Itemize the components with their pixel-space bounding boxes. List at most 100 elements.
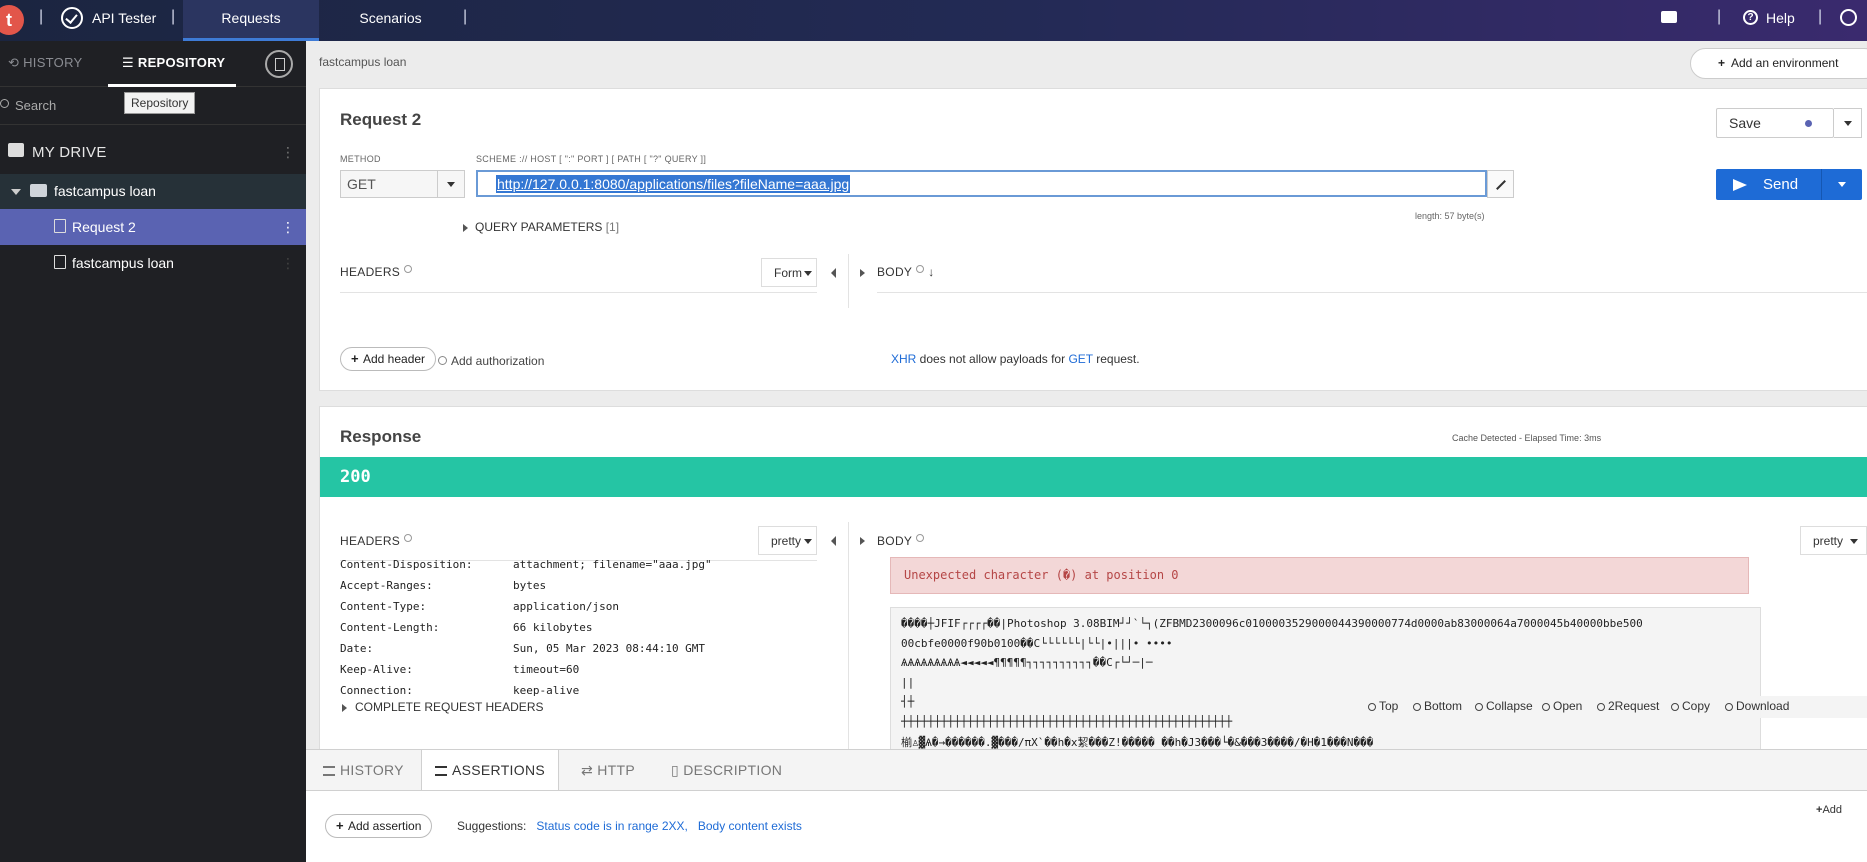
headers-mode-select[interactable]: Form [761, 258, 817, 287]
add-authorization-link[interactable]: Add authorization [451, 354, 544, 368]
magic-wand-icon[interactable] [1487, 170, 1514, 198]
method-dropdown-button[interactable] [438, 170, 465, 198]
sidebar-item-fastcampus-loan[interactable]: fastcampus loan ⋮ [0, 245, 306, 281]
clone-icon [1671, 703, 1679, 711]
suggestion-body-exists[interactable]: Body content exists [698, 819, 802, 833]
main-content: fastcampus loan + Add an environment Requ… [306, 41, 1867, 749]
method-select[interactable]: GET [340, 170, 438, 198]
download-button[interactable]: Download [1725, 699, 1789, 713]
info-icon[interactable] [404, 265, 413, 273]
response-headers-list: Content-Disposition: attachment; filename… [340, 558, 712, 705]
add-button[interactable]: +Add [1816, 804, 1842, 816]
sidebar-tab-history[interactable]: ⟲ HISTORY [8, 55, 83, 71]
active-tab-indicator [108, 84, 236, 87]
exchange-icon: ⇄ [581, 762, 598, 778]
info-icon[interactable] [916, 265, 925, 273]
collapse-button[interactable]: Collapse [1475, 699, 1533, 713]
minus-square-icon [1475, 703, 1483, 711]
my-drive-row[interactable]: MY DRIVE ⋮ [0, 131, 306, 173]
request-headers-label: HEADERS [340, 265, 413, 279]
chevron-down-icon[interactable] [11, 189, 21, 195]
folder-fastcampus-loan[interactable]: fastcampus loan [0, 174, 306, 209]
to-request-button[interactable]: 2Request [1597, 699, 1659, 713]
more-vertical-icon[interactable]: ⋮ [281, 256, 295, 270]
sidebar-item-request-2[interactable]: Request 2 ⋮ [0, 209, 306, 245]
save-button[interactable]: Save [1716, 108, 1834, 138]
chevron-right-icon[interactable] [342, 704, 347, 712]
top-bar: t | API Tester | Requests Scenarios | | … [0, 0, 1867, 41]
info-icon[interactable] [404, 534, 413, 542]
breadcrumb[interactable]: fastcampus loan [319, 55, 406, 69]
expand-right-icon[interactable] [860, 269, 865, 277]
sidebar-tab-repository[interactable]: ☰ REPOSITORY [122, 55, 225, 71]
tab-description[interactable]: ▯ DESCRIPTION [658, 750, 795, 790]
info-icon[interactable] [916, 534, 925, 542]
send-options-button[interactable] [1821, 169, 1862, 200]
list-check-icon [435, 766, 447, 776]
url-label: SCHEME :// HOST [ ":" PORT ] [ PATH [ "?… [476, 154, 707, 164]
database-icon: ☰ [122, 55, 138, 70]
add-environment-button[interactable]: + Add an environment [1690, 48, 1867, 79]
tab-assertions[interactable]: ASSERTIONS [421, 750, 559, 791]
plus-icon: + [1718, 56, 1726, 70]
raw-line: 椾♙▓Ѧ�→������.▓���/πX`��h�x絜���Z!����� ��… [901, 736, 1374, 749]
request-title[interactable]: Request 2 [340, 110, 421, 130]
headers-format-select[interactable]: pretty [758, 526, 817, 555]
send-button[interactable]: Send [1716, 169, 1821, 200]
raw-line: ����┼JFIF┌┌┌┌��|Photoshop 3.08BIM┘┘`└┐(Z… [901, 617, 1643, 630]
separator: | [1717, 8, 1722, 25]
query-parameters-toggle[interactable]: QUERY PARAMETERS [1] [475, 220, 619, 234]
new-file-icon[interactable] [265, 50, 293, 78]
body-format-select[interactable]: pretty [1800, 526, 1867, 555]
chevron-down-icon [804, 271, 812, 276]
search-icon [0, 99, 9, 108]
plus-icon: + [351, 351, 359, 366]
collapse-left-icon[interactable] [831, 268, 836, 278]
separator: | [1818, 8, 1823, 25]
folder-icon [30, 184, 47, 197]
tab-history[interactable]: HISTORY [310, 750, 417, 790]
tab-requests[interactable]: Requests [183, 0, 319, 41]
tab-http[interactable]: ⇄ HTTP [568, 750, 648, 790]
sort-icon[interactable]: ↓ [928, 265, 934, 279]
complete-request-headers-toggle[interactable]: COMPLETE REQUEST HEADERS [355, 700, 543, 714]
collapse-left-icon[interactable] [831, 536, 836, 546]
chat-icon[interactable] [1661, 11, 1677, 23]
app-title[interactable]: API Tester [92, 10, 156, 26]
open-button[interactable]: Open [1542, 699, 1582, 713]
suggestion-status-code[interactable]: Status code is in range 2XX, [536, 819, 687, 833]
request-body-label: BODY ↓ [877, 265, 935, 279]
search-input[interactable] [15, 96, 115, 114]
help-icon[interactable]: ? [1743, 10, 1758, 25]
user-icon[interactable] [1840, 9, 1857, 26]
folder-label: fastcampus loan [54, 183, 156, 199]
book-icon: ▯ [671, 762, 684, 778]
my-drive-label: MY DRIVE [32, 144, 107, 161]
raw-body-view[interactable]: ����┼JFIF┌┌┌┌��|Photoshop 3.08BIM┘┘`└┐(Z… [890, 607, 1761, 749]
scroll-bottom-button[interactable]: Bottom [1413, 699, 1462, 713]
download-icon [1725, 703, 1733, 711]
help-link[interactable]: Help [1766, 10, 1795, 26]
file-icon [54, 255, 66, 269]
url-text[interactable]: http://127.0.0.1:8080/applications/files… [496, 175, 851, 193]
scroll-top-button[interactable]: Top [1368, 699, 1398, 713]
copy-button[interactable]: Copy [1671, 699, 1710, 713]
drive-icon [8, 143, 24, 157]
response-title: Response [340, 427, 422, 446]
app-logo[interactable]: t [0, 5, 24, 35]
save-options-button[interactable] [1834, 108, 1862, 138]
response-body-label: BODY [877, 534, 925, 548]
more-vertical-icon[interactable]: ⋮ [281, 145, 295, 159]
sidebar: ⟲ HISTORY ☰ REPOSITORY Repository MY DRI… [0, 41, 306, 862]
sidebar-tabs: ⟲ HISTORY ☰ REPOSITORY [0, 41, 306, 87]
chevron-down-icon [1838, 182, 1846, 187]
key-icon [438, 356, 447, 365]
divider [0, 124, 306, 125]
status-code-bar: 200 [320, 457, 1867, 497]
expand-right-icon[interactable] [860, 537, 865, 545]
more-vertical-icon[interactable]: ⋮ [281, 220, 295, 234]
add-assertion-button[interactable]: + Add assertion [325, 814, 433, 838]
tab-scenarios[interactable]: Scenarios [331, 0, 450, 41]
chevron-right-icon[interactable] [463, 224, 468, 232]
add-header-button[interactable]: + Add header [340, 347, 437, 371]
